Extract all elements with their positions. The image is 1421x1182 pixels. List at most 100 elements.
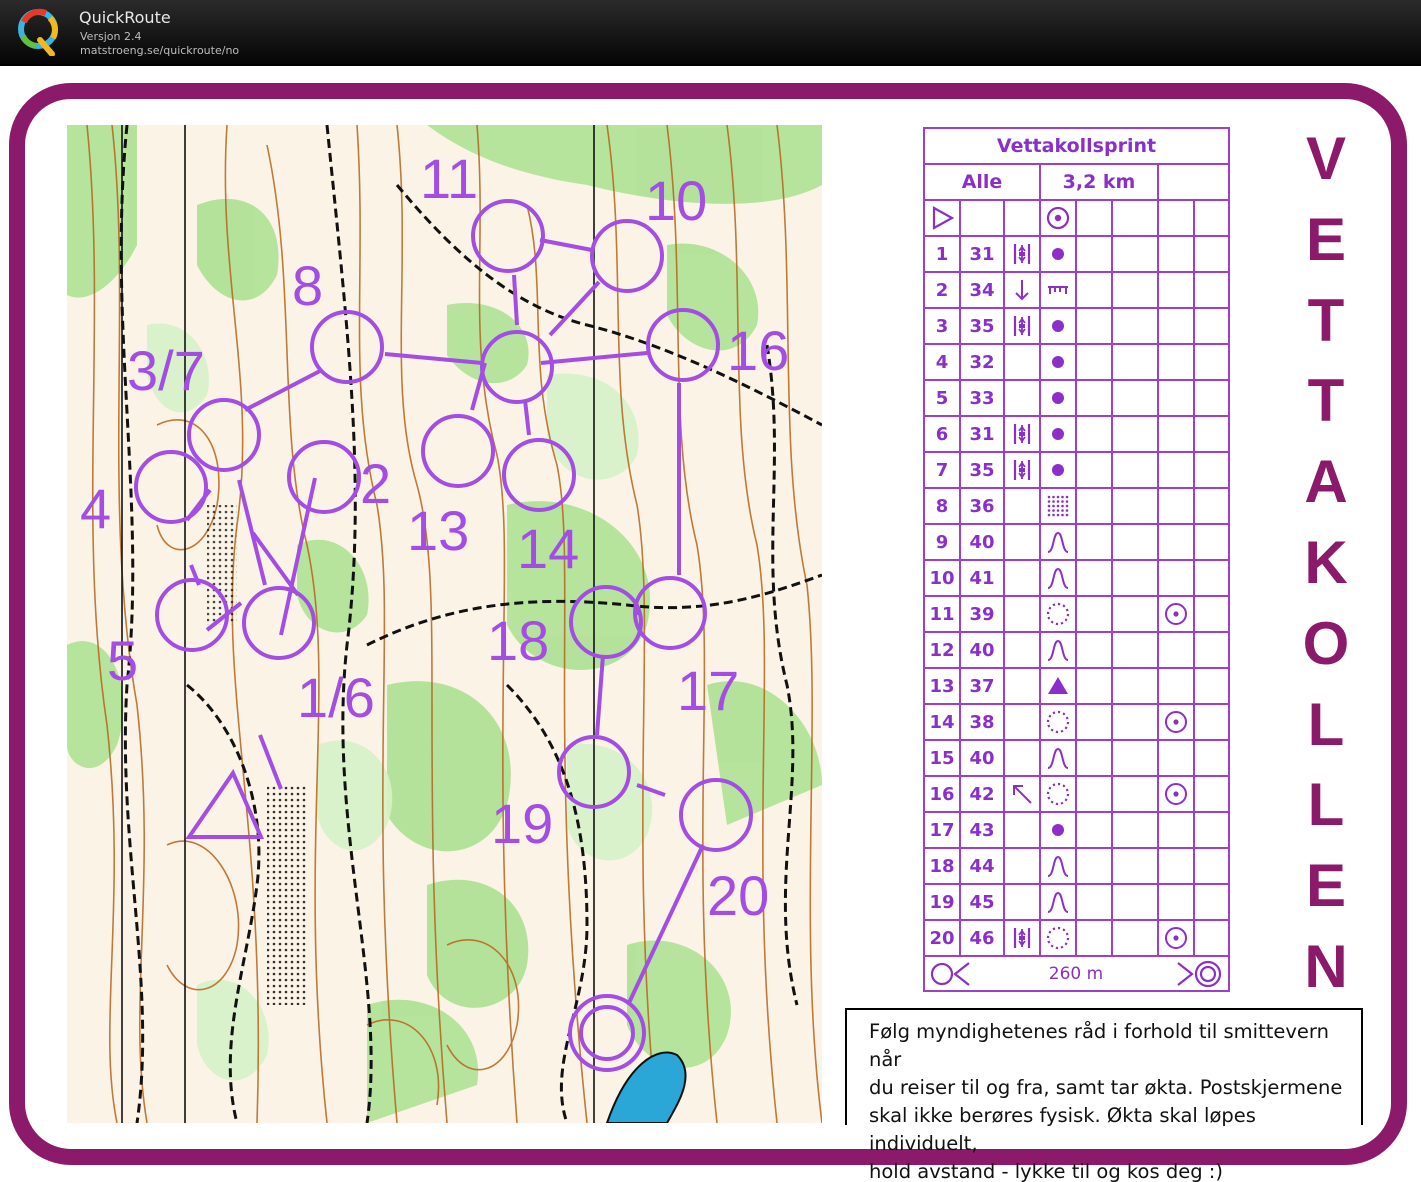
dotted-circle-feature-icon <box>1046 602 1070 626</box>
point-circle-location-icon <box>1165 927 1187 949</box>
dot-feature-icon <box>1052 428 1064 440</box>
control-label-3-7: 3/7 <box>127 339 205 402</box>
point-circle-location-icon <box>1165 603 1187 625</box>
orienteering-map[interactable]: 11 10 8 3/7 16 2 4 13 14 18 5 1/6 17 19 … <box>67 125 822 1123</box>
control-row: 5 33 <box>925 381 1228 417</box>
control-label-4: 4 <box>80 477 111 540</box>
control-row: 20 46 <box>925 921 1228 957</box>
control-number: 3 <box>935 315 949 337</box>
app-url[interactable]: matstroeng.se/quickroute/no <box>80 44 239 57</box>
control-row: 12 40 <box>925 633 1228 669</box>
finish-double-circle-icon <box>1177 960 1222 988</box>
dot-feature-icon <box>1052 392 1064 404</box>
map-canvas[interactable]: 11 10 8 3/7 16 2 4 13 14 18 5 1/6 17 19 … <box>67 125 822 1123</box>
control-row: 16 42 <box>925 777 1228 813</box>
knoll-feature-icon <box>1047 567 1069 589</box>
control-row: 13 37 <box>925 669 1228 705</box>
vertical-title-letter: O <box>1302 609 1350 677</box>
control-label-11: 11 <box>420 147 478 210</box>
notice-line: Følg myndighetenes råd i forhold til smi… <box>869 1020 1329 1071</box>
control-row: 19 45 <box>925 885 1228 921</box>
notice-line: hold avstand - lykke til og kos deg :) <box>869 1160 1223 1182</box>
vertical-title-letter: N <box>1304 932 1348 1000</box>
dot-feature-icon <box>1052 248 1064 260</box>
start-point-circle-icon <box>1046 206 1070 230</box>
vertical-title-letter: T <box>1307 367 1345 435</box>
description-title-row: Vettakollsprint <box>925 129 1228 165</box>
control-code: 35 <box>969 315 995 337</box>
between-direction-icon <box>1013 424 1031 444</box>
dot-feature-icon <box>1052 320 1064 332</box>
finish-distance: 260 m <box>1048 963 1104 984</box>
control-label-2: 2 <box>360 452 391 515</box>
control-number: 19 <box>929 891 955 913</box>
vertical-title-letter: A <box>1304 448 1348 516</box>
control-label-17: 17 <box>677 659 739 722</box>
notice-line: du reiser til og fra, samt tar økta. Pos… <box>869 1076 1343 1099</box>
control-number: 4 <box>935 351 949 373</box>
vertical-title-letter: L <box>1307 771 1345 839</box>
start-feature-cell <box>1041 201 1077 235</box>
class-row-blank <box>1159 165 1228 199</box>
knoll-feature-icon <box>1047 639 1069 661</box>
control-number: 14 <box>929 711 955 733</box>
dotted-circle-feature-icon <box>1046 926 1070 950</box>
app-title: QuickRoute <box>79 8 171 27</box>
control-code: 36 <box>969 495 995 517</box>
control-number: 1 <box>935 243 949 265</box>
control-label-18: 18 <box>487 609 549 672</box>
control-number: 13 <box>929 675 955 697</box>
control-number: 17 <box>929 819 955 841</box>
vertical-title-letter: K <box>1304 528 1348 596</box>
control-code: 38 <box>969 711 995 733</box>
stony-feature-icon <box>1047 495 1069 517</box>
dotted-circle-feature-icon <box>1046 782 1070 806</box>
control-number: 15 <box>929 747 955 769</box>
dot-feature-icon <box>1052 464 1064 476</box>
notice-line: skal ikke berøres fysisk. Økta skal løpe… <box>869 1104 1256 1155</box>
description-class-row: Alle 3,2 km <box>925 165 1228 201</box>
control-row: 11 39 <box>925 597 1228 633</box>
start-triangle-icon <box>932 206 955 230</box>
control-number: 12 <box>929 639 955 661</box>
control-code: 46 <box>969 927 995 949</box>
control-number: 10 <box>929 567 955 589</box>
event-name: Vettakollsprint <box>996 135 1157 157</box>
knoll-feature-icon <box>1047 891 1069 913</box>
knoll-feature-icon <box>1047 531 1069 553</box>
control-label-10: 10 <box>645 169 707 232</box>
dot-feature-icon <box>1052 824 1064 836</box>
control-number: 16 <box>929 783 955 805</box>
control-code: 42 <box>969 783 995 805</box>
control-code: 41 <box>969 567 995 589</box>
control-row: 2 34 <box>925 273 1228 309</box>
control-number: 20 <box>929 927 955 949</box>
vertical-title-letter: E <box>1305 852 1347 920</box>
control-code: 43 <box>969 819 995 841</box>
app-version: Versjon 2.4 <box>80 30 142 43</box>
down-direction-icon <box>1015 280 1029 301</box>
control-row: 6 31 <box>925 417 1228 453</box>
point-circle-location-icon <box>1165 783 1187 805</box>
between-direction-icon <box>1013 928 1031 948</box>
control-row: 3 35 <box>925 309 1228 345</box>
control-code: 31 <box>969 423 995 445</box>
control-row: 15 40 <box>925 741 1228 777</box>
control-code: 39 <box>969 603 995 625</box>
knoll-feature-icon <box>1047 747 1069 769</box>
control-code: 44 <box>969 855 995 877</box>
triangle-feature-icon <box>1048 677 1068 694</box>
control-number: 11 <box>929 603 955 625</box>
control-code: 37 <box>969 675 995 697</box>
finish-start-circle-icon <box>930 962 970 986</box>
control-label-1-6: 1/6 <box>297 666 375 729</box>
vertical-title-letter: L <box>1307 690 1345 758</box>
control-code: 45 <box>969 891 995 913</box>
finish-row: 260 m <box>925 957 1228 990</box>
control-row: 8 36 <box>925 489 1228 525</box>
control-row: 14 38 <box>925 705 1228 741</box>
control-row: 9 40 <box>925 525 1228 561</box>
control-row: 10 41 <box>925 561 1228 597</box>
control-code: 33 <box>969 387 995 409</box>
dot-feature-icon <box>1052 356 1064 368</box>
